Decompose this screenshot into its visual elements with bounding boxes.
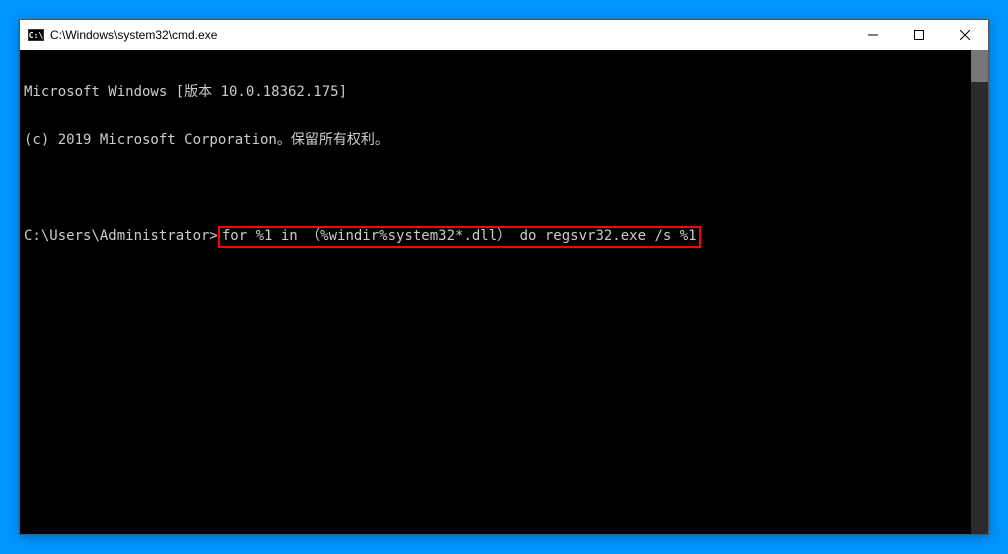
console-area[interactable]: Microsoft Windows [版本 10.0.18362.175] (c…: [20, 50, 988, 534]
window-title: C:\Windows\system32\cmd.exe: [50, 28, 850, 42]
scrollbar-track[interactable]: [971, 50, 988, 534]
prompt-text: C:\Users\Administrator>: [24, 228, 218, 244]
cmd-icon: C:\: [28, 29, 44, 41]
window-controls: [850, 20, 988, 50]
copyright-line: (c) 2019 Microsoft Corporation。保留所有权利。: [24, 132, 984, 148]
command-highlight: for %1 in （%windir%system32*.dll） do reg…: [218, 226, 701, 248]
minimize-button[interactable]: [850, 20, 896, 50]
cmd-window: C:\ C:\Windows\system32\cmd.exe Microsof…: [19, 19, 989, 535]
prompt-line: C:\Users\Administrator>for %1 in （%windi…: [24, 228, 984, 246]
maximize-button[interactable]: [896, 20, 942, 50]
titlebar[interactable]: C:\ C:\Windows\system32\cmd.exe: [20, 20, 988, 50]
blank-line: [24, 180, 984, 196]
version-line: Microsoft Windows [版本 10.0.18362.175]: [24, 84, 984, 100]
close-button[interactable]: [942, 20, 988, 50]
scrollbar-thumb[interactable]: [971, 50, 988, 82]
